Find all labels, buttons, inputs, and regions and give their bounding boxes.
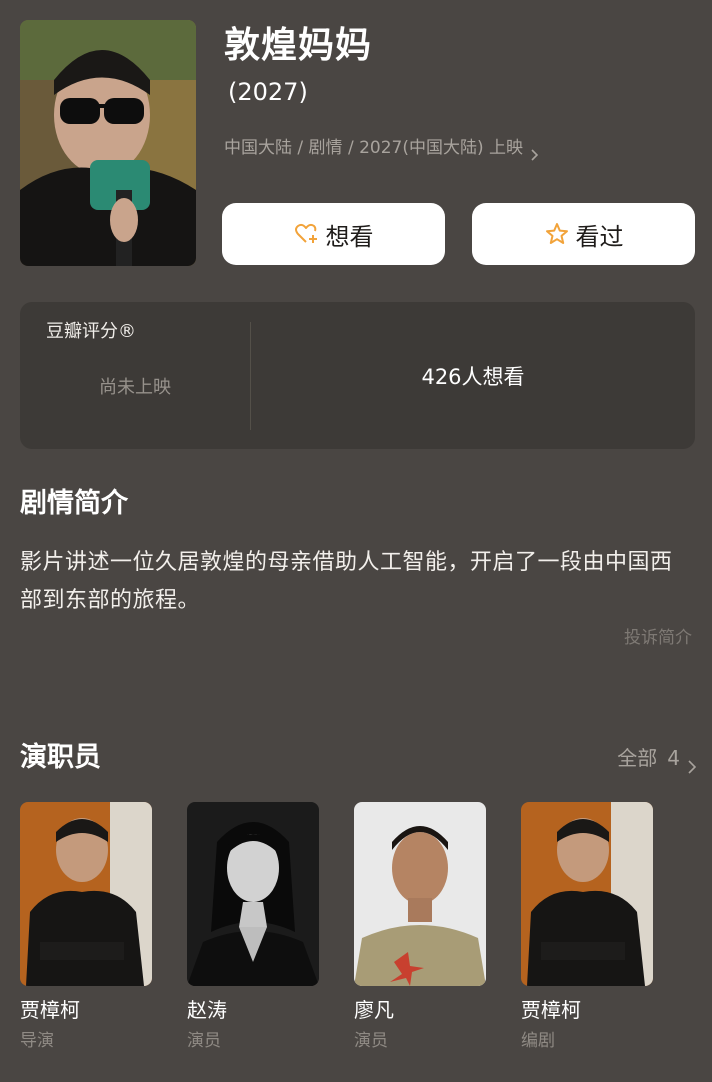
cast-title: 演职员 bbox=[20, 742, 101, 773]
cast-photo bbox=[521, 802, 653, 986]
movie-meta-text: 中国大陆 / 剧情 / 2027(中国大陆) 上映 bbox=[224, 138, 524, 158]
movie-title: 敦煌妈妈 bbox=[224, 25, 373, 66]
cast-photo bbox=[187, 802, 319, 986]
synopsis-text: 影片讲述一位久居敦煌的母亲借助人工智能，开启了一段由中国西部到东部的旅程。 bbox=[20, 550, 673, 613]
movie-year: (2027) bbox=[228, 78, 308, 106]
cast-role: 演员 bbox=[354, 1031, 388, 1051]
want-to-watch-label: 想看 bbox=[325, 222, 374, 251]
synopsis-title: 剧情简介 bbox=[20, 488, 128, 519]
cast-name: 赵涛 bbox=[187, 998, 227, 1022]
want-count: 426人想看 bbox=[421, 365, 525, 389]
cast-role: 演员 bbox=[187, 1031, 221, 1051]
want-to-watch-button[interactable]: 想看 bbox=[222, 203, 445, 265]
report-synopsis-link[interactable]: 投诉简介 bbox=[624, 624, 692, 652]
cast-name: 贾樟柯 bbox=[521, 998, 581, 1022]
cast-role: 导演 bbox=[20, 1031, 54, 1051]
rating-card[interactable]: 豆瓣评分® 尚未上映 426人想看 bbox=[20, 302, 695, 449]
watched-label: 看过 bbox=[575, 222, 624, 251]
poster-image bbox=[20, 20, 196, 266]
cast-all-label: 全部 bbox=[617, 746, 658, 770]
cast-member[interactable]: 廖凡 演员 bbox=[354, 802, 486, 1054]
chevron-right-icon bbox=[686, 751, 698, 774]
cast-name: 贾樟柯 bbox=[20, 998, 80, 1022]
cast-member[interactable]: 贾樟柯 导演 bbox=[20, 802, 152, 1054]
cast-photo bbox=[354, 802, 486, 986]
cast-all-count: 4 bbox=[667, 746, 680, 770]
chevron-right-icon bbox=[529, 142, 541, 161]
cast-name: 廖凡 bbox=[354, 998, 394, 1022]
rating-status: 尚未上映 bbox=[99, 377, 171, 398]
cast-member[interactable]: 贾樟柯 编剧 bbox=[521, 802, 653, 1054]
cast-list: 贾樟柯 导演 赵涛 演员 廖凡 演员 贾樟柯 编剧 bbox=[20, 802, 688, 1054]
heart-plus-icon bbox=[294, 221, 320, 247]
cast-member[interactable]: 赵涛 演员 bbox=[187, 802, 319, 1054]
cast-role: 编剧 bbox=[521, 1031, 555, 1051]
rating-label: 豆瓣评分® bbox=[46, 321, 136, 342]
movie-meta-link[interactable]: 中国大陆 / 剧情 / 2027(中国大陆) 上映 bbox=[224, 134, 541, 162]
cast-photo bbox=[20, 802, 152, 986]
watched-button[interactable]: 看过 bbox=[472, 203, 695, 265]
movie-poster[interactable] bbox=[20, 20, 196, 266]
star-icon bbox=[544, 221, 570, 247]
cast-view-all-link[interactable]: 全部 4 bbox=[617, 742, 698, 774]
